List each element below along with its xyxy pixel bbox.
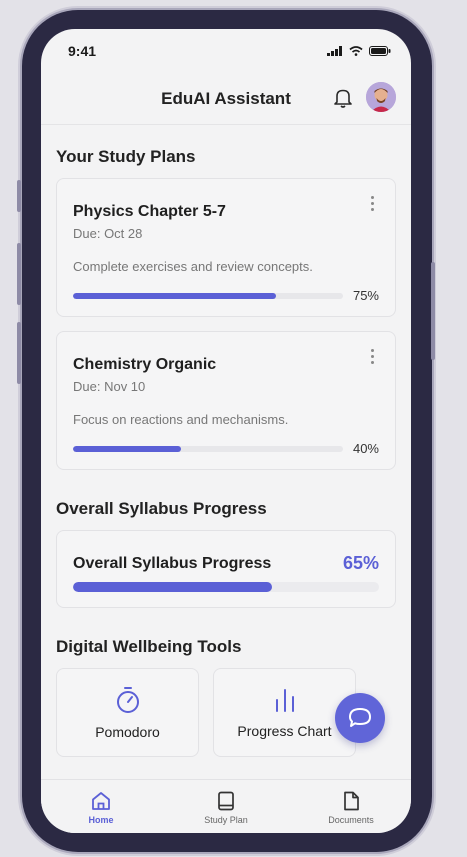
app-title: EduAI Assistant xyxy=(161,88,291,108)
more-options-icon[interactable] xyxy=(371,349,375,367)
plan-progress-fill xyxy=(73,292,276,299)
signal-icon xyxy=(327,46,342,56)
nav-item-study-plan[interactable]: Study Plan xyxy=(186,790,266,833)
study-plan-card-physics[interactable]: Physics Chapter 5-7 Due: Oct 28 Complete… xyxy=(56,178,396,317)
nav-item-documents[interactable]: Documents xyxy=(311,790,391,833)
volume-down-button xyxy=(17,322,21,384)
syllabus-progress-bar xyxy=(73,582,379,592)
more-options-icon[interactable] xyxy=(371,196,375,214)
syllabus-progress-card: Overall Syllabus Progress 65% xyxy=(56,530,396,608)
chat-assistant-button[interactable] xyxy=(335,693,385,743)
plan-due-date: Due: Nov 10 xyxy=(73,379,146,394)
main-content: Your Study Plans Physics Chapter 5-7 Due… xyxy=(41,147,411,757)
tool-label: Pomodoro xyxy=(95,723,160,740)
plan-description: Focus on reactions and mechanisms. xyxy=(73,412,289,427)
volume-up-button xyxy=(17,243,21,305)
status-bar: 9:41 xyxy=(41,29,411,73)
tool-label: Progress Chart xyxy=(237,722,332,739)
syllabus-progress-label: Overall Syllabus Progress xyxy=(73,554,272,572)
syllabus-progress-percent: 65% xyxy=(342,553,379,573)
nav-label: Home xyxy=(88,815,114,825)
notification-bell-icon[interactable] xyxy=(333,87,353,109)
status-time: 9:41 xyxy=(68,43,97,59)
chat-bubble-icon xyxy=(349,708,371,727)
power-button xyxy=(431,262,435,360)
nav-item-home[interactable]: Home xyxy=(61,790,141,833)
bar-chart-icon xyxy=(275,688,294,712)
nav-label: Study Plan xyxy=(204,815,248,825)
mute-switch xyxy=(17,180,21,212)
study-plan-card-chemistry[interactable]: Chemistry Organic Due: Nov 10 Focus on r… xyxy=(56,331,396,470)
book-icon xyxy=(218,791,234,811)
plan-title: Chemistry Organic xyxy=(73,356,217,373)
study-plans-heading: Your Study Plans xyxy=(56,147,196,166)
battery-icon xyxy=(369,46,391,56)
syllabus-progress-fill xyxy=(73,582,272,592)
wifi-icon xyxy=(349,46,363,56)
wellbeing-heading: Digital Wellbeing Tools xyxy=(56,637,242,656)
plan-title: Physics Chapter 5-7 xyxy=(73,203,226,220)
plan-due-date: Due: Oct 28 xyxy=(73,226,143,241)
pomodoro-tool-button[interactable]: Pomodoro xyxy=(56,668,199,757)
app-header: EduAI Assistant xyxy=(41,73,411,125)
screen: 9:41 EduAI Assistant Your Study Plans Ph… xyxy=(41,29,411,833)
plan-description: Complete exercises and review concepts. xyxy=(73,259,313,274)
bottom-nav: Home Study Plan Documents xyxy=(41,779,411,833)
document-icon xyxy=(344,791,359,811)
home-icon xyxy=(92,792,110,810)
plan-progress-percent: 75% xyxy=(352,288,379,303)
nav-label: Documents xyxy=(328,815,374,825)
syllabus-heading: Overall Syllabus Progress xyxy=(56,499,267,518)
plan-progress-bar xyxy=(73,445,343,452)
plan-progress-fill xyxy=(73,445,181,452)
timer-icon xyxy=(116,686,139,713)
plan-progress-bar xyxy=(73,292,343,299)
user-avatar[interactable] xyxy=(366,82,396,112)
plan-progress-percent: 40% xyxy=(352,441,379,456)
